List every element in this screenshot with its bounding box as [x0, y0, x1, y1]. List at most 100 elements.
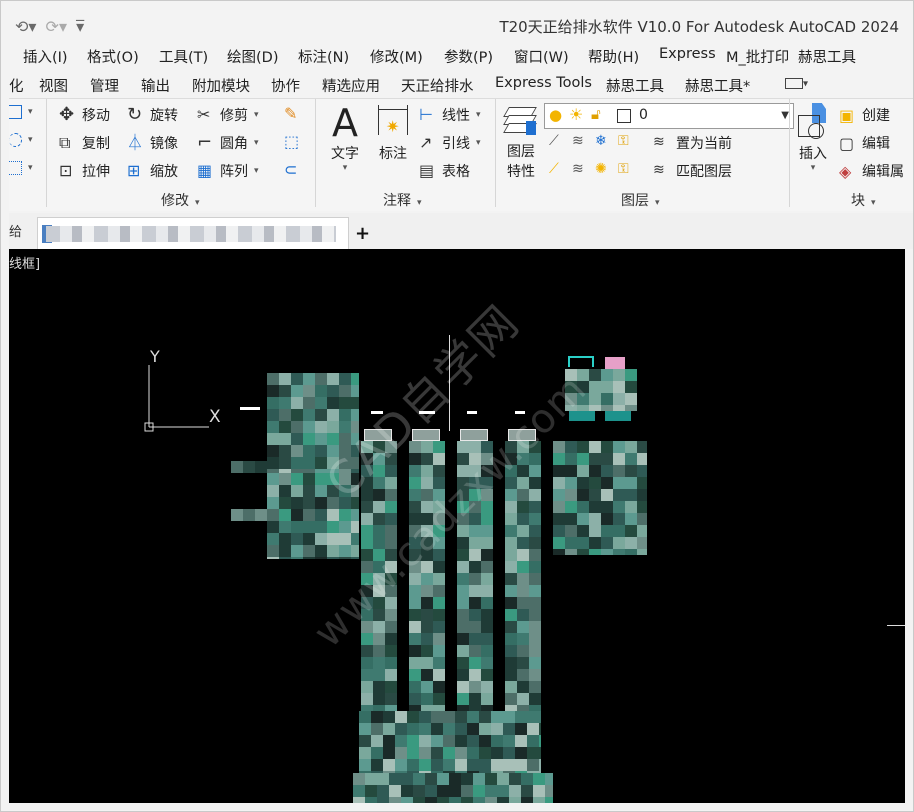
mosaic-tile: [565, 525, 577, 537]
menu-insert[interactable]: 插入(I): [23, 46, 68, 67]
sun-icon: ☀: [569, 105, 584, 124]
mosaic-tile: [361, 525, 373, 537]
mosaic-tile: [469, 549, 481, 561]
layer-off-icon[interactable]: ⟋: [549, 133, 567, 151]
mosaic-tile: [231, 461, 243, 473]
ribbon-minimize-icon[interactable]: ▾: [785, 78, 811, 92]
set-current-layer-button[interactable]: ≋ 置为当前: [653, 133, 732, 153]
tab-hesi-tools[interactable]: 赫思工具: [606, 75, 664, 96]
mosaic-tile: [291, 445, 303, 457]
draw-hatch-button[interactable]: ▾: [9, 161, 33, 175]
mosaic-tile: [449, 785, 461, 797]
tab-view[interactable]: 视图: [39, 75, 68, 96]
customize-qat-icon[interactable]: ▾̅: [76, 17, 84, 36]
menu-batch-plot[interactable]: M_批打印: [726, 46, 789, 67]
menu-help[interactable]: 帮助(H): [588, 46, 639, 67]
undo-icon[interactable]: ⟲▾: [15, 17, 36, 36]
mosaic-tile: [469, 573, 481, 585]
layer-thaw-icon[interactable]: ✺: [595, 161, 613, 179]
mosaic-tile: [303, 485, 315, 497]
tab-hesi-tools-modified[interactable]: 赫思工具*: [685, 75, 750, 96]
viewport-style-label[interactable]: 线框]: [9, 253, 40, 272]
mosaic-tile: [419, 723, 431, 735]
mosaic-tile: [481, 609, 493, 621]
mirror-button[interactable]: ⏃ 镜像: [127, 133, 178, 153]
draw-rect-button[interactable]: ▾: [9, 105, 33, 119]
menu-draw[interactable]: 绘图(D): [227, 46, 278, 67]
match-layer-button[interactable]: ≋ 匹配图层: [653, 161, 732, 181]
stretch-button[interactable]: ⊡ 拉伸: [59, 161, 110, 181]
edit-block-button[interactable]: ▢ 编辑: [839, 133, 890, 153]
menu-modify[interactable]: 修改(M): [370, 46, 423, 67]
annotation-panel-label[interactable]: 注释 ▾: [383, 190, 422, 210]
edit-attributes-button[interactable]: ◈ 编辑属: [839, 161, 904, 181]
table-button[interactable]: ▤ 表格: [419, 161, 470, 181]
mosaic-tile: [529, 525, 541, 537]
mosaic-tile: [315, 385, 327, 397]
modify-panel-label[interactable]: 修改 ▾: [161, 190, 200, 210]
mosaic-tile: [613, 381, 625, 393]
menu-hesi-tools[interactable]: 赫思工具: [798, 46, 856, 67]
explode-button[interactable]: ⬚: [284, 133, 307, 151]
create-block-button[interactable]: ▣ 创建: [839, 105, 890, 125]
layer-lock-icon[interactable]: ⚿: [618, 133, 636, 151]
insert-block-button[interactable]: 插入 ▾: [795, 103, 831, 173]
mosaic-tile: [315, 557, 327, 559]
tab-collaborate[interactable]: 协作: [271, 75, 300, 96]
draw-circle-button[interactable]: ▾: [9, 133, 33, 147]
menu-parameter[interactable]: 参数(P): [444, 46, 493, 67]
fillet-button[interactable]: ⌐ 圆角 ▾: [197, 133, 259, 153]
layer-isolate-icon[interactable]: ≋: [572, 133, 590, 151]
offset-button[interactable]: ⊂: [284, 161, 307, 179]
erase-button[interactable]: ✎: [284, 105, 307, 123]
layer-dropdown[interactable]: ● ☀ 🔓︎ 0 ▼: [544, 103, 794, 129]
leader-button[interactable]: ↗ 引线 ▾: [419, 133, 481, 153]
move-button[interactable]: ✥ 移动: [59, 105, 110, 125]
mosaic-tile: [577, 453, 589, 465]
mosaic-tile: [315, 521, 327, 533]
layer-freeze-icon[interactable]: ❄: [595, 133, 613, 151]
doc-tab-active[interactable]: [37, 217, 349, 250]
linear-dim-button[interactable]: ⊢ 线性 ▾: [419, 105, 481, 125]
layer-walk-icon[interactable]: ≋: [572, 161, 590, 179]
mosaic-tile: [303, 533, 315, 545]
menu-window[interactable]: 窗口(W): [514, 46, 569, 67]
layer-on-icon[interactable]: ⟋: [549, 161, 567, 179]
menu-dimension[interactable]: 标注(N): [298, 46, 349, 67]
scale-button[interactable]: ⊞ 缩放: [127, 161, 178, 181]
title-bar: ⟲▾ ⟳▾ ▾̅ T20天正给排水软件 V10.0 For Autodesk A…: [9, 9, 913, 43]
layers-panel-label[interactable]: 图层 ▾: [621, 190, 660, 210]
tab-express-tools[interactable]: Express Tools: [495, 75, 592, 91]
mosaic-tile: [433, 465, 445, 477]
mosaic-tile: [553, 465, 565, 477]
chevron-down-icon: ▼: [781, 110, 789, 121]
mosaic-tile: [485, 785, 497, 797]
drawing-canvas[interactable]: 线框] Y X CAD自学网 www.cadzxw.com: [9, 249, 905, 803]
tab-tangent-plumbing[interactable]: 天正给排水: [401, 75, 474, 96]
mosaic-tile: [291, 373, 303, 385]
menu-express[interactable]: Express: [659, 46, 716, 62]
doc-tab-start[interactable]: 给: [9, 221, 29, 249]
mosaic-tile: [409, 597, 421, 609]
mosaic-tile: [625, 381, 637, 393]
block-panel-label[interactable]: 块 ▾: [851, 190, 876, 210]
redo-icon[interactable]: ⟳▾: [46, 17, 67, 36]
layer-unlock-icon[interactable]: ⚿: [618, 161, 636, 179]
mosaic-tile: [243, 461, 255, 473]
layer-properties-button[interactable]: 图层 特性: [501, 103, 541, 181]
array-button[interactable]: ▦ 阵列 ▾: [197, 161, 259, 181]
tab-addins[interactable]: 附加模块: [192, 75, 250, 96]
tab-partial[interactable]: 化: [9, 75, 24, 96]
menu-tools[interactable]: 工具(T): [159, 46, 208, 67]
copy-button[interactable]: ⧉ 复制: [59, 133, 110, 153]
text-button[interactable]: A 文字 ▾: [327, 103, 363, 173]
tab-featured-apps[interactable]: 精选应用: [322, 75, 380, 96]
trim-button[interactable]: ✂ 修剪 ▾: [197, 105, 259, 125]
dimension-button[interactable]: ✷ 标注: [373, 103, 413, 163]
menu-format[interactable]: 格式(O): [87, 46, 139, 67]
mosaic-tile: [443, 735, 455, 747]
tab-output[interactable]: 输出: [141, 75, 170, 96]
rotate-button[interactable]: ↻ 旋转: [127, 105, 178, 125]
tab-manage[interactable]: 管理: [90, 75, 119, 96]
new-tab-button[interactable]: +: [355, 223, 370, 244]
